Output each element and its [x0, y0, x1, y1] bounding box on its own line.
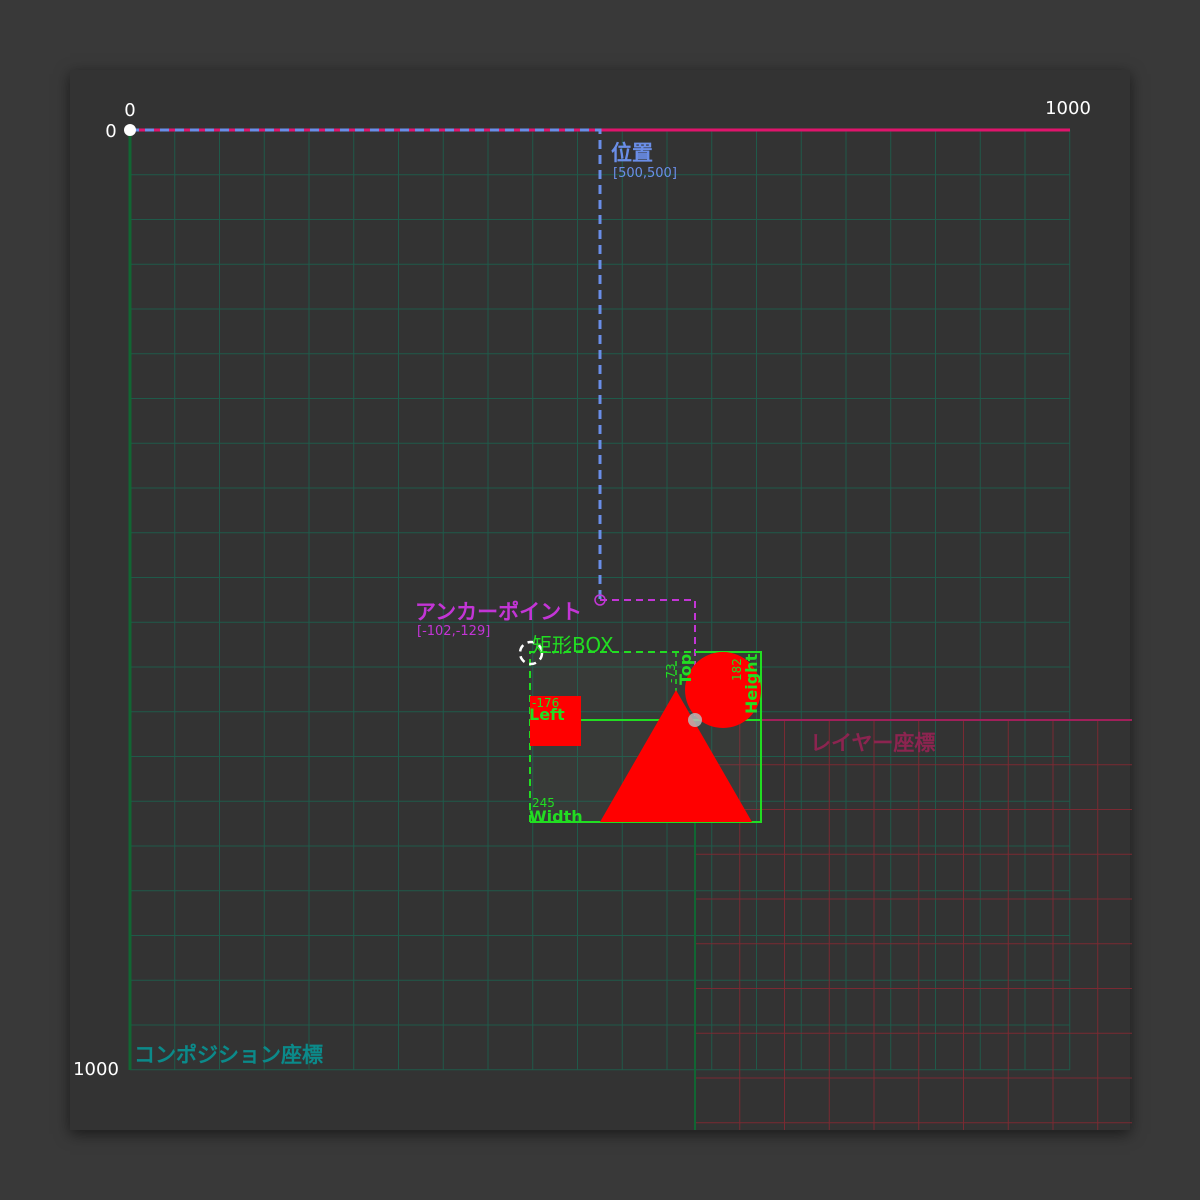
- anchor-point-label: アンカーポイント: [415, 600, 582, 624]
- position-guide-line: [130, 128, 602, 600]
- coordinate-diagram: 0 1000 0 1000 位置 [500,500] アンカーポイント [-10…: [73, 98, 1132, 1130]
- layer-origin-dot: [688, 713, 702, 727]
- axis-x-start-label: 0: [124, 100, 135, 121]
- axis-x-end-label: 1000: [1045, 98, 1091, 119]
- composition-origin-dot: [124, 124, 136, 136]
- anchor-point-value: [-102,-129]: [417, 624, 490, 639]
- height-label: Height: [742, 653, 761, 714]
- axis-y-end-label: 1000: [73, 1059, 119, 1080]
- layer-coordinates-label: レイヤー座標: [810, 731, 935, 755]
- width-label: Width: [529, 807, 583, 826]
- position-value: [500,500]: [613, 166, 677, 181]
- rect-box-label: 矩形BOX: [532, 633, 614, 657]
- axis-y-start-label: 0: [105, 121, 116, 142]
- top-label: Top: [676, 654, 695, 685]
- position-label: 位置: [611, 141, 653, 165]
- composition-coordinates-label: コンポジション座標: [134, 1043, 323, 1067]
- left-label: Left: [529, 705, 565, 724]
